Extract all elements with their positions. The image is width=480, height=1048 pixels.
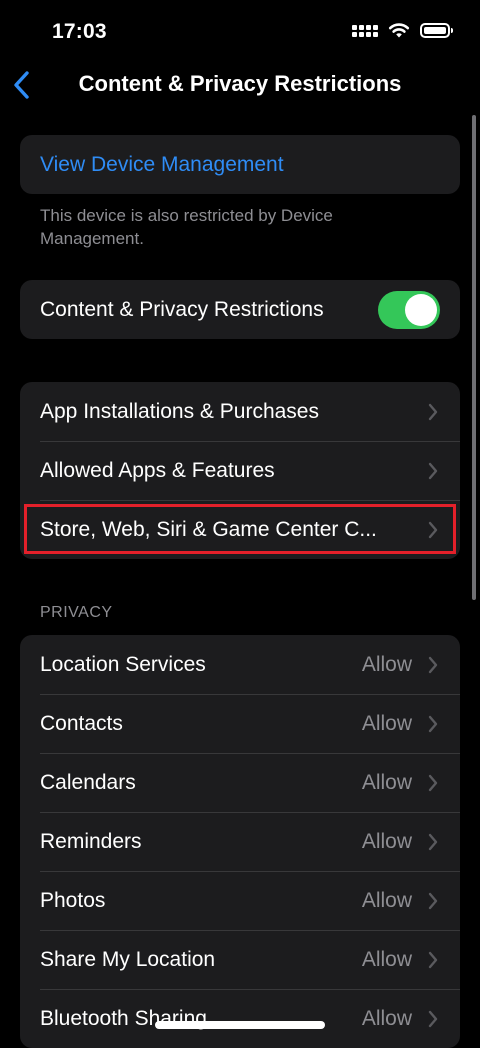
privacy-item-value: Allow xyxy=(361,770,412,794)
main-settings-group: App Installations & Purchases Allowed Ap… xyxy=(20,382,460,559)
chevron-right-icon xyxy=(428,715,438,732)
privacy-item-label: Location Services xyxy=(40,652,206,676)
menu-item-label: App Installations & Purchases xyxy=(40,399,319,423)
status-bar: 17:03 xyxy=(0,0,480,60)
chevron-right-icon xyxy=(428,951,438,968)
chevron-right-icon xyxy=(428,833,438,850)
status-icons xyxy=(352,22,453,39)
chevron-right-icon xyxy=(428,403,438,420)
device-management-note: This device is also restricted by Device… xyxy=(40,206,333,248)
chevron-right-icon xyxy=(428,656,438,673)
chevron-right-icon xyxy=(428,462,438,479)
cellular-signal-icon xyxy=(352,24,378,37)
menu-item-label: Allowed Apps & Features xyxy=(40,458,275,482)
privacy-item-location-services[interactable]: Location Services Allow xyxy=(20,635,460,694)
chevron-right-icon xyxy=(428,774,438,791)
privacy-item-bluetooth-sharing[interactable]: Bluetooth Sharing Allow xyxy=(20,989,460,1048)
restrictions-toggle-group: Content & Privacy Restrictions xyxy=(20,280,460,339)
scroll-indicator[interactable] xyxy=(472,115,476,600)
status-time: 17:03 xyxy=(52,20,107,43)
privacy-group: Location Services Allow Contacts Allow C… xyxy=(20,635,460,1048)
privacy-item-contacts[interactable]: Contacts Allow xyxy=(20,694,460,753)
privacy-item-label: Photos xyxy=(40,888,106,912)
privacy-item-value: Allow xyxy=(361,829,412,853)
restrictions-toggle-row: Content & Privacy Restrictions xyxy=(20,280,460,339)
device-management-group: View Device Management xyxy=(20,135,460,194)
privacy-item-label: Calendars xyxy=(40,770,136,794)
privacy-item-label: Contacts xyxy=(40,711,123,735)
menu-item-store-web-siri-game-center[interactable]: Store, Web, Siri & Game Center C... xyxy=(20,500,460,559)
privacy-item-calendars[interactable]: Calendars Allow xyxy=(20,753,460,812)
privacy-item-label: Reminders xyxy=(40,829,142,853)
battery-icon xyxy=(420,23,453,38)
privacy-item-value: Allow xyxy=(361,652,412,676)
privacy-item-share-my-location[interactable]: Share My Location Allow xyxy=(20,930,460,989)
menu-item-allowed-apps[interactable]: Allowed Apps & Features xyxy=(20,441,460,500)
privacy-item-reminders[interactable]: Reminders Allow xyxy=(20,812,460,871)
menu-item-app-installations[interactable]: App Installations & Purchases xyxy=(20,382,460,441)
view-device-management-label: View Device Management xyxy=(40,152,284,176)
privacy-item-value: Allow xyxy=(361,947,412,971)
privacy-section-header: PRIVACY xyxy=(40,604,113,621)
chevron-right-icon xyxy=(428,521,438,538)
wifi-icon xyxy=(388,23,410,38)
restrictions-toggle-label: Content & Privacy Restrictions xyxy=(40,297,324,321)
privacy-item-photos[interactable]: Photos Allow xyxy=(20,871,460,930)
page-title: Content & Privacy Restrictions xyxy=(78,71,402,96)
privacy-item-value: Allow xyxy=(361,711,412,735)
chevron-right-icon xyxy=(428,892,438,909)
privacy-item-value: Allow xyxy=(361,888,412,912)
navigation-bar: Content & Privacy Restrictions xyxy=(0,60,480,110)
restrictions-toggle-switch[interactable] xyxy=(378,290,440,329)
privacy-item-label: Share My Location xyxy=(40,947,216,971)
menu-item-label: Store, Web, Siri & Game Center C... xyxy=(40,517,377,541)
privacy-item-value: Allow xyxy=(361,1006,412,1030)
view-device-management-link[interactable]: View Device Management xyxy=(20,135,460,194)
home-indicator[interactable] xyxy=(155,1021,325,1029)
chevron-right-icon xyxy=(428,1010,438,1027)
